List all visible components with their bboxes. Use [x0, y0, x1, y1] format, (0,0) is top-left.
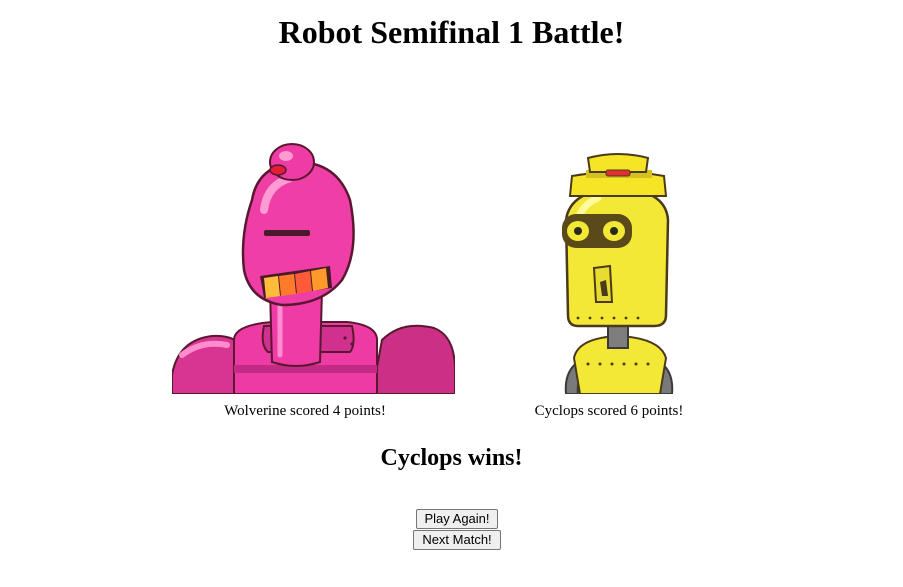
cyclops-score-text: Cyclops scored 6 points! — [534, 403, 684, 419]
winner-announcement: Cyclops wins! — [380, 445, 523, 471]
wolverine-score-text: Wolverine scored 4 points! — [224, 403, 386, 419]
next-match-button[interactable]: Next Match! — [413, 530, 501, 550]
play-again-button[interactable]: Play Again! — [416, 509, 498, 529]
page-title: Robot Semifinal 1 Battle! — [278, 14, 625, 50]
robot-wolverine-image — [172, 140, 455, 394]
robot-cyclops-image — [548, 150, 690, 394]
